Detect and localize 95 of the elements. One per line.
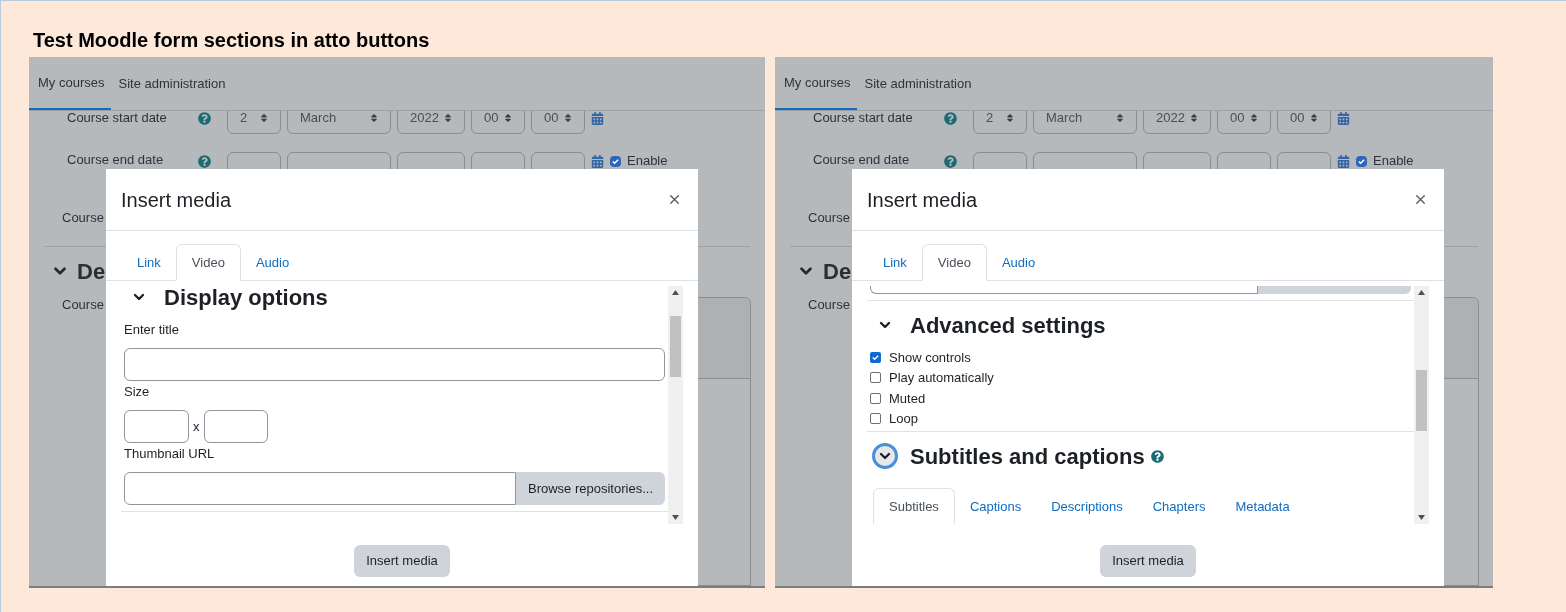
- scroll-up-icon: [672, 290, 679, 295]
- field-label: Course: [62, 296, 104, 314]
- media-tab[interactable]: Video: [175, 244, 241, 281]
- select-field[interactable]: 00: [531, 111, 585, 134]
- subtitle-tab[interactable]: Chapters: [1137, 488, 1221, 524]
- select-field[interactable]: 2022: [397, 111, 465, 134]
- checkbox-label: Play automatically: [889, 369, 994, 387]
- field-label: Course end date: [67, 151, 165, 169]
- select-field[interactable]: 2: [227, 111, 281, 134]
- size-separator: x: [192, 417, 201, 436]
- sort-icon: [444, 113, 452, 123]
- checkbox-label: Show controls: [889, 348, 971, 367]
- scroll-up-icon: [1418, 290, 1425, 295]
- width-field[interactable]: [124, 410, 189, 443]
- close-icon[interactable]: [1413, 192, 1428, 207]
- scrollbar[interactable]: [668, 286, 683, 524]
- field-label: Course: [808, 209, 850, 228]
- media-tab[interactable]: Video: [921, 244, 987, 281]
- height-field[interactable]: [203, 410, 268, 443]
- scroll-down-icon: [672, 515, 679, 520]
- help-icon[interactable]: [944, 111, 957, 125]
- enable-checkbox[interactable]: [610, 156, 621, 167]
- nav-link[interactable]: Site administration: [857, 57, 979, 110]
- sort-icon: [260, 113, 268, 123]
- url-field[interactable]: [870, 286, 1258, 294]
- field-label: Course start date: [67, 111, 168, 128]
- field-label: Course end date: [813, 151, 911, 169]
- media-tab[interactable]: Audio: [240, 244, 305, 281]
- sort-icon: [1190, 113, 1198, 123]
- enable-checkbox[interactable]: [1356, 156, 1367, 167]
- select-field[interactable]: March: [1033, 111, 1137, 134]
- field-label: Thumbnail URL: [124, 446, 216, 461]
- nav-link[interactable]: My courses: [29, 57, 112, 110]
- select-field[interactable]: 00: [1277, 111, 1331, 134]
- select-field[interactable]: 00: [471, 111, 525, 134]
- sort-icon: [1006, 113, 1014, 123]
- page-title: Test Moodle form sections in atto buttons: [33, 28, 431, 51]
- checkbox-label: Loop: [889, 410, 918, 428]
- modal-title: Insert media: [867, 187, 978, 213]
- checkbox[interactable]: [870, 351, 881, 363]
- scrollbar-thumb[interactable]: [670, 316, 681, 377]
- input-field[interactable]: [124, 348, 665, 381]
- url-field[interactable]: [124, 472, 516, 505]
- section-heading: De: [77, 257, 106, 286]
- collapse-button[interactable]: [872, 443, 898, 469]
- subtitle-tab[interactable]: Metadata: [1220, 488, 1305, 524]
- checkbox[interactable]: [870, 392, 881, 404]
- calendar-icon[interactable]: [591, 155, 604, 168]
- calendar-icon[interactable]: [591, 111, 604, 125]
- modal-title: Insert media: [121, 187, 232, 213]
- section-heading: De: [823, 257, 852, 286]
- scrollbar-thumb[interactable]: [1416, 370, 1427, 431]
- field-label: Enter title: [124, 322, 180, 337]
- help-icon[interactable]: [198, 111, 211, 125]
- select-field[interactable]: 2: [973, 111, 1027, 134]
- subtitle-tab[interactable]: Captions: [954, 488, 1037, 524]
- select-field[interactable]: 00: [1217, 111, 1271, 134]
- field-label: Course: [808, 296, 850, 314]
- help-icon[interactable]: [944, 155, 957, 168]
- close-icon[interactable]: [667, 192, 682, 207]
- scrollbar[interactable]: [1414, 286, 1429, 524]
- field-label: Course start date: [813, 111, 914, 128]
- subtitle-tab[interactable]: Descriptions: [1036, 488, 1138, 524]
- sort-icon: [1250, 113, 1258, 123]
- section-heading: Advanced settings: [910, 311, 1106, 340]
- select-field[interactable]: March: [287, 111, 391, 134]
- sort-icon: [504, 113, 512, 123]
- help-icon[interactable]: [1150, 449, 1164, 463]
- insert-media-button[interactable]: Insert media: [354, 545, 450, 577]
- media-tab[interactable]: Link: [122, 244, 176, 281]
- sort-icon: [1310, 113, 1318, 123]
- nav-link[interactable]: My courses: [775, 57, 858, 110]
- media-tab[interactable]: Audio: [986, 244, 1051, 281]
- nav-link[interactable]: Site administration: [111, 57, 233, 110]
- section-heading: Subtitles and captions: [910, 442, 1145, 471]
- enable-label: Enable: [627, 154, 668, 167]
- scroll-down-icon: [1418, 515, 1425, 520]
- enable-label: Enable: [1373, 154, 1414, 167]
- help-icon[interactable]: [198, 155, 211, 168]
- checkbox[interactable]: [870, 413, 881, 425]
- section-heading: Display options: [164, 286, 328, 312]
- sort-icon: [564, 113, 572, 123]
- sort-icon: [370, 113, 378, 123]
- browse-button[interactable]: Browse repositories...: [516, 472, 665, 505]
- media-tab[interactable]: Link: [868, 244, 922, 281]
- insert-media-button[interactable]: Insert media: [1100, 545, 1196, 577]
- field-label: Course: [62, 209, 104, 228]
- calendar-icon[interactable]: [1337, 111, 1350, 125]
- field-label: Size: [124, 384, 151, 399]
- checkbox-label: Muted: [889, 389, 926, 408]
- calendar-icon[interactable]: [1337, 155, 1350, 168]
- select-field[interactable]: 2022: [1143, 111, 1211, 134]
- subtitle-tab[interactable]: Subtitles: [873, 488, 955, 524]
- checkbox[interactable]: [870, 372, 881, 384]
- sort-icon: [1116, 113, 1124, 123]
